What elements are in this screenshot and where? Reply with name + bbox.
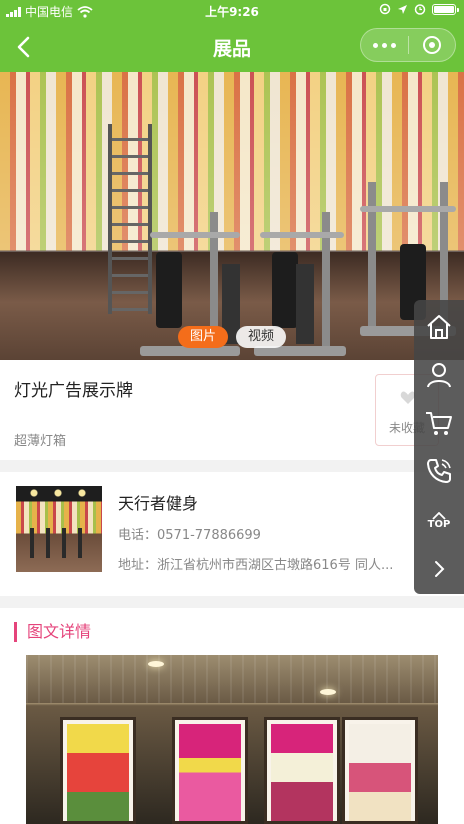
detail-heading: 图文详情 [14,622,91,642]
navigation-bar: 展品 [0,22,464,72]
rotation-lock-icon [379,3,391,15]
top-icon[interactable]: TOP [414,498,464,544]
top-label: TOP [427,519,451,530]
location-icon [398,4,407,14]
top-bar: 中国电信 上午9:26 展品 [0,0,464,72]
product-info-card: 灯光广告展示牌 超薄灯箱 未收藏 [0,360,464,460]
floating-sidebar: TOP [414,300,464,594]
product-image-carousel[interactable] [0,72,464,360]
close-mini-program-icon[interactable] [408,36,455,54]
product-subtitle: 超薄灯箱 [14,434,67,449]
lightbox-sign [172,717,248,824]
lightbox-sign [60,717,136,824]
store-thumbnail [16,486,102,572]
battery-icon [432,3,459,15]
mini-program-capsule [360,28,456,62]
lightbox-sign [264,717,340,824]
media-tabs: 图片 视频 [0,326,464,348]
detail-section: 图文详情 [0,608,464,824]
home-icon[interactable] [414,304,464,350]
store-address[interactable]: 地址：浙江省杭州市西湖区古墩路616号 同人... [118,554,418,573]
more-icon[interactable] [361,42,408,48]
detail-photo [26,655,438,824]
phone-icon[interactable] [414,448,464,494]
user-icon[interactable] [414,352,464,398]
store-phone[interactable]: 电话：0571-77886699 [118,524,261,543]
tab-photos[interactable]: 图片 [177,326,228,348]
tab-video[interactable]: 视频 [236,326,287,348]
product-name: 灯光广告展示牌 [14,381,133,401]
chevron-right-icon[interactable] [414,546,464,592]
lightbox-sign [342,717,418,824]
store-info-card[interactable]: 天行者健身 电话：0571-77886699 地址：浙江省杭州市西湖区古墩路61… [0,472,464,596]
alarm-icon [414,4,426,15]
status-bar: 中国电信 上午9:26 [0,0,464,22]
cart-icon[interactable] [414,400,464,446]
store-name: 天行者健身 [118,494,199,513]
